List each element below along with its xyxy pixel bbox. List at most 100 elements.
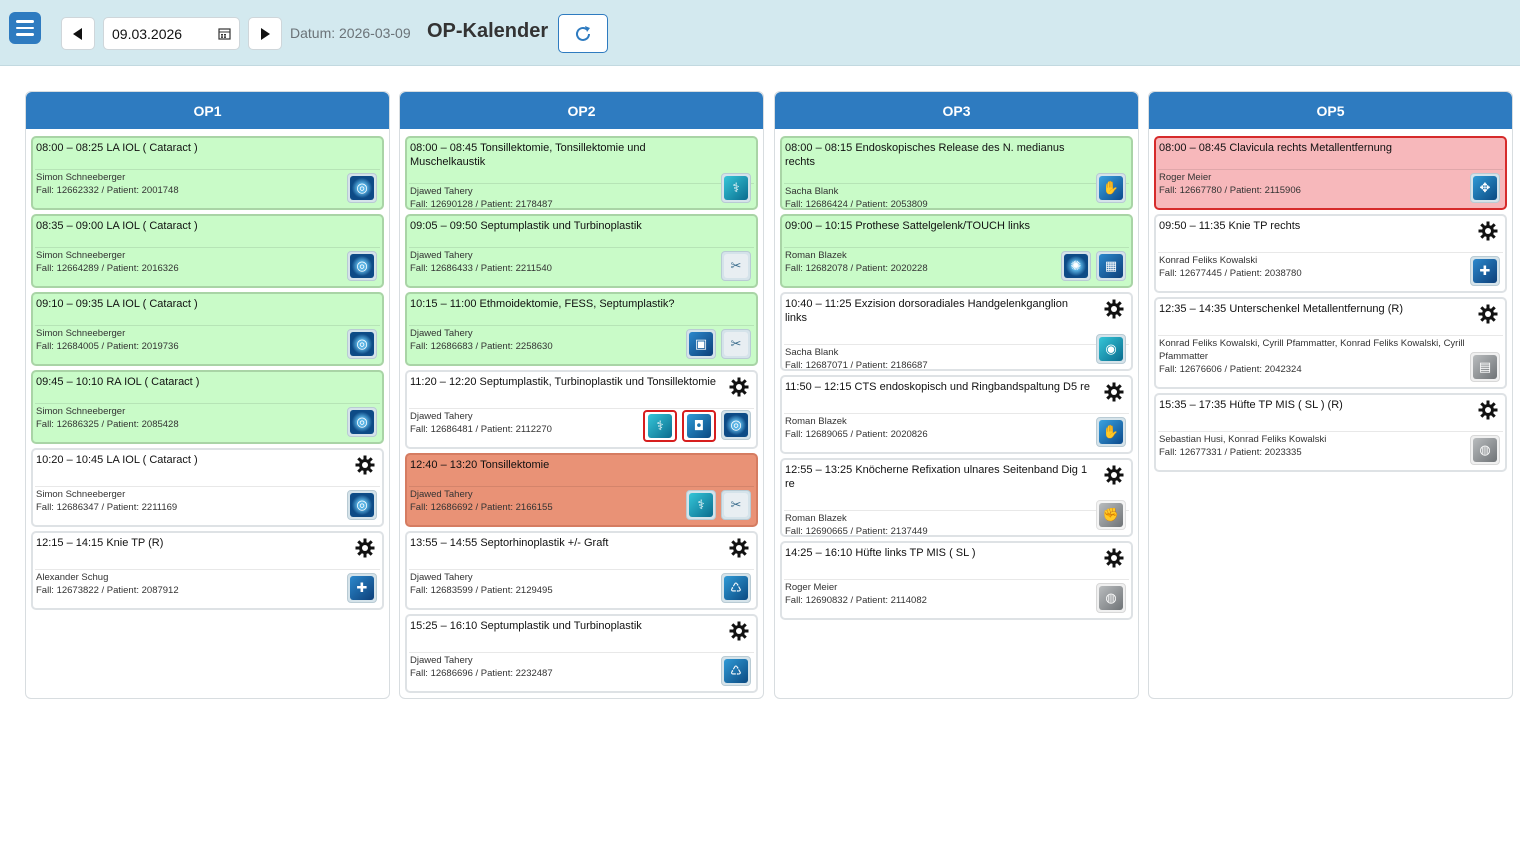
- case-info: Fall: 12677445 / Patient: 2038780: [1159, 268, 1302, 279]
- menu-icon-bar: [16, 26, 34, 30]
- surgery-card[interactable]: 14:25 – 16:10 Hüfte links TP MIS ( SL ) …: [780, 541, 1133, 620]
- surgery-card[interactable]: 10:20 – 10:45 LA IOL ( Cataract ) Simon …: [31, 448, 384, 527]
- surgery-card[interactable]: 12:35 – 14:35 Unterschenkel Metallentfer…: [1154, 297, 1507, 389]
- surgery-title: 10:40 – 11:25 Exzision dorsoradiales Han…: [785, 298, 1068, 324]
- surgery-card[interactable]: 11:50 – 12:15 CTS endoskopisch und Ringb…: [780, 375, 1133, 454]
- case-info: Fall: 12686696 / Patient: 2232487: [410, 668, 553, 679]
- eye-surgery-icon: ◎: [347, 329, 377, 359]
- surgery-title: 12:35 – 14:35 Unterschenkel Metallentfer…: [1159, 303, 1403, 315]
- surgery-title: 13:55 – 14:55 Septorhinoplastik +/- Graf…: [410, 537, 609, 549]
- gear-icon[interactable]: [1477, 303, 1499, 325]
- surgery-title: 09:50 – 11:35 Knie TP rechts: [1159, 220, 1301, 232]
- lung-icon: ♺: [721, 656, 751, 686]
- surgery-title: 15:25 – 16:10 Septumplastik und Turbinop…: [410, 620, 642, 632]
- surgery-card[interactable]: 12:55 – 13:25 Knöcherne Refixation ulnar…: [780, 458, 1133, 537]
- surgery-card[interactable]: 08:00 – 08:45 Clavicula rechts Metallent…: [1154, 136, 1507, 210]
- surgery-card[interactable]: 15:35 – 17:35 Hüfte TP MIS ( SL ) (R) Se…: [1154, 393, 1507, 472]
- next-day-button[interactable]: [248, 17, 282, 50]
- gear-icon[interactable]: [1103, 381, 1125, 403]
- case-info: Fall: 12689065 / Patient: 2020826: [785, 429, 928, 440]
- case-info: Fall: 12686433 / Patient: 2211540: [410, 263, 552, 274]
- case-info: Fall: 12686424 / Patient: 2053809: [785, 199, 928, 210]
- surgeon-name: Djawed Tahery: [410, 655, 473, 666]
- surgery-card[interactable]: 15:25 – 16:10 Septumplastik und Turbinop…: [405, 614, 758, 693]
- gear-icon[interactable]: [1103, 547, 1125, 569]
- datum-label: Datum: 2026-03-09: [290, 25, 411, 41]
- case-info: Fall: 12662332 / Patient: 2001748: [36, 185, 179, 196]
- eye-surgery-icon: ◎: [347, 407, 377, 437]
- eye-surgery-icon: ◎: [347, 173, 377, 203]
- refresh-icon: [576, 25, 590, 41]
- refresh-button[interactable]: [558, 14, 608, 53]
- surgery-card[interactable]: 08:00 – 08:45 Tonsillektomie, Tonsillekt…: [405, 136, 758, 210]
- surgeon-name: Djawed Tahery: [410, 186, 473, 197]
- gear-icon[interactable]: [354, 537, 376, 559]
- surgeon-name: Simon Schneeberger: [36, 250, 126, 261]
- previous-day-button[interactable]: [61, 17, 95, 50]
- surgery-card[interactable]: 08:35 – 09:00 LA IOL ( Cataract ) Simon …: [31, 214, 384, 288]
- surgery-card[interactable]: 09:50 – 11:35 Knie TP rechts Konrad Feli…: [1154, 214, 1507, 293]
- case-info: Fall: 12690665 / Patient: 2137449: [785, 526, 928, 537]
- eye-surgery-icon: ◎: [347, 490, 377, 520]
- surgery-card[interactable]: 10:40 – 11:25 Exzision dorsoradiales Han…: [780, 292, 1133, 371]
- case-info: Fall: 12683599 / Patient: 2129495: [410, 585, 553, 596]
- surgery-title: 09:05 – 09:50 Septumplastik und Turbinop…: [410, 220, 642, 232]
- gear-icon[interactable]: [1103, 464, 1125, 486]
- surgery-title: 09:00 – 10:15 Prothese Sattelgelenk/TOUC…: [785, 220, 1030, 232]
- ent-surgery-icon: ⚕: [643, 410, 677, 442]
- top-bar: 09.03.2026 Datum: 2026-03-09 OP-Kalender: [0, 0, 1520, 66]
- orthopedic-knee-icon: ✚: [347, 573, 377, 603]
- surgery-title: 11:50 – 12:15 CTS endoskopisch und Ringb…: [785, 381, 1090, 393]
- gear-icon[interactable]: [1477, 220, 1499, 242]
- surgery-card[interactable]: 12:15 – 14:15 Knie TP (R) Alexander Schu…: [31, 531, 384, 610]
- surgery-card[interactable]: 09:00 – 10:15 Prothese Sattelgelenk/TOUC…: [780, 214, 1133, 288]
- surgeon-name: Sebastian Husi, Konrad Feliks Kowalski: [1159, 434, 1327, 445]
- surgery-card[interactable]: 13:55 – 14:55 Septorhinoplastik +/- Graf…: [405, 531, 758, 610]
- surgery-title: 10:20 – 10:45 LA IOL ( Cataract ): [36, 454, 198, 466]
- case-info: Fall: 12677331 / Patient: 2023335: [1159, 447, 1302, 458]
- gear-icon[interactable]: [1103, 298, 1125, 320]
- menu-icon-bar: [16, 33, 34, 36]
- case-info: Fall: 12690128 / Patient: 2178487: [410, 199, 553, 210]
- surgery-card[interactable]: 08:00 – 08:15 Endoskopisches Release des…: [780, 136, 1133, 210]
- room-column-op5: OP5 08:00 – 08:45 Clavicula rechts Metal…: [1148, 91, 1513, 699]
- gear-icon[interactable]: [728, 376, 750, 398]
- surgical-tools-icon: ✂: [721, 251, 751, 281]
- triangle-left-icon: [73, 27, 82, 40]
- surgery-title: 12:55 – 13:25 Knöcherne Refixation ulnar…: [785, 464, 1088, 490]
- date-input[interactable]: 09.03.2026: [103, 17, 240, 50]
- surgery-card[interactable]: 09:05 – 09:50 Septumplastik und Turbinop…: [405, 214, 758, 288]
- surgery-title: 15:35 – 17:35 Hüfte TP MIS ( SL ) (R): [1159, 399, 1343, 411]
- surgeon-name: Simon Schneeberger: [36, 328, 126, 339]
- case-info: Fall: 12690832 / Patient: 2114082: [785, 595, 927, 606]
- gear-icon[interactable]: [354, 454, 376, 476]
- hip-icon: ◍: [1470, 435, 1500, 465]
- case-info: Fall: 12673822 / Patient: 2087912: [36, 585, 179, 596]
- surgery-card[interactable]: 08:00 – 08:25 LA IOL ( Cataract ) Simon …: [31, 136, 384, 210]
- hamburger-menu-button[interactable]: [9, 12, 41, 44]
- gear-icon[interactable]: [728, 620, 750, 642]
- orthopedic-knee-icon: ✚: [1470, 256, 1500, 286]
- surgery-card[interactable]: 11:20 – 12:20 Septumplastik, Turbinoplas…: [405, 370, 758, 449]
- surgeon-name: Alexander Schug: [36, 572, 109, 583]
- surgeon-name: Sacha Blank: [785, 347, 839, 358]
- lung-icon: ♺: [721, 573, 751, 603]
- room-header: OP3: [775, 92, 1138, 129]
- hand-xray-icon: ▦: [1096, 251, 1126, 281]
- gear-icon[interactable]: [728, 537, 750, 559]
- surgery-card[interactable]: 09:10 – 09:35 LA IOL ( Cataract ) Simon …: [31, 292, 384, 366]
- surgery-card[interactable]: 12:40 – 13:20 Tonsillektomie Djawed Tahe…: [405, 453, 758, 527]
- surgeon-name: Roman Blazek: [785, 513, 847, 524]
- surgeon-name: Simon Schneeberger: [36, 489, 126, 500]
- surgery-title: 14:25 – 16:10 Hüfte links TP MIS ( SL ): [785, 547, 976, 559]
- surgery-title: 08:00 – 08:25 LA IOL ( Cataract ): [36, 142, 198, 154]
- surgical-tools-icon: ✂: [721, 490, 751, 520]
- surgeon-name: Simon Schneeberger: [36, 172, 126, 183]
- surgery-card[interactable]: 10:15 – 11:00 Ethmoidektomie, FESS, Sept…: [405, 292, 758, 366]
- wrist-icon: ◉: [1096, 334, 1126, 364]
- gear-icon[interactable]: [1477, 399, 1499, 421]
- hand-surgery-icon: ✋: [1096, 417, 1126, 447]
- surgery-title: 08:00 – 08:45 Clavicula rechts Metallent…: [1159, 142, 1392, 154]
- surgery-card[interactable]: 09:45 – 10:10 RA IOL ( Cataract ) Simon …: [31, 370, 384, 444]
- case-info: Fall: 12687071 / Patient: 2186687: [785, 360, 928, 371]
